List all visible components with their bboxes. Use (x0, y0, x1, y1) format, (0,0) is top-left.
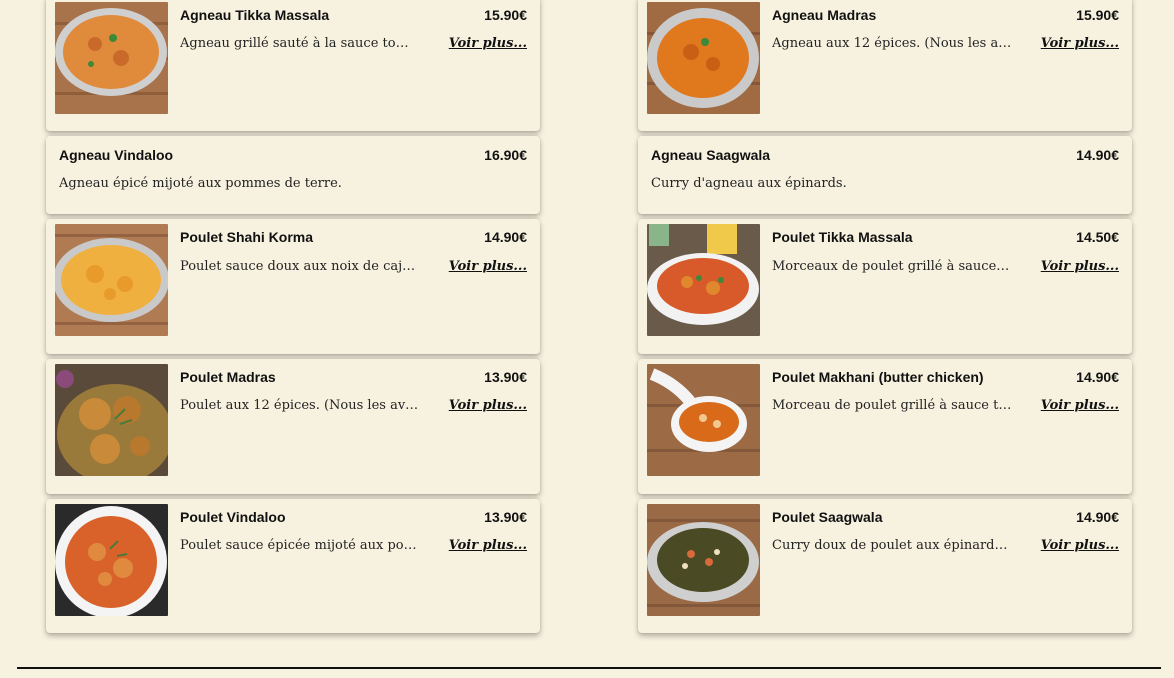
dish-image (647, 224, 760, 336)
dish-image (55, 2, 168, 114)
dish-description: Curry d'agneau aux épinards. (651, 176, 847, 191)
dish-price: 14.90€ (1076, 147, 1119, 163)
menu-card[interactable]: Poulet Madras 13.90€ Poulet aux 12 épice… (46, 359, 540, 494)
dish-description: Poulet sauce épicée mijoté aux pomm... (180, 538, 420, 553)
dish-price: 15.90€ (484, 7, 527, 23)
menu-card[interactable]: Agneau Vindaloo 16.90€ Agneau épicé mijo… (46, 136, 540, 214)
menu-card[interactable]: Poulet Saagwala 14.90€ Curry doux de pou… (638, 499, 1132, 633)
menu-card[interactable]: Poulet Shahi Korma 14.90€ Poulet sauce d… (46, 219, 540, 354)
menu-card[interactable]: Poulet Tikka Massala 14.50€ Morceaux de … (638, 219, 1132, 354)
footer-divider (17, 667, 1161, 669)
dish-description: Poulet sauce doux aux noix de cajou, ... (180, 259, 420, 274)
dish-image (647, 364, 760, 476)
dish-price: 14.90€ (1076, 369, 1119, 385)
dish-price: 16.90€ (484, 147, 527, 163)
dish-name: Agneau Tikka Massala (180, 7, 330, 23)
see-more-link[interactable]: Voir plus... (1041, 398, 1119, 413)
dish-price: 15.90€ (1076, 7, 1119, 23)
dish-name: Agneau Vindaloo (59, 147, 174, 163)
dish-description: Agneau épicé mijoté aux pommes de terre. (59, 176, 342, 191)
dish-name: Poulet Makhani (butter chicken) (772, 369, 984, 385)
dish-name: Poulet Saagwala (772, 509, 883, 525)
dish-name: Poulet Madras (180, 369, 276, 385)
see-more-link[interactable]: Voir plus... (1041, 538, 1119, 553)
dish-price: 14.90€ (1076, 509, 1119, 525)
see-more-link[interactable]: Voir plus... (449, 538, 527, 553)
see-more-link[interactable]: Voir plus... (449, 259, 527, 274)
menu-card[interactable]: Poulet Vindaloo 13.90€ Poulet sauce épic… (46, 499, 540, 633)
dish-description: Agneau grillé sauté à la sauce tomate,..… (180, 36, 420, 51)
menu-card[interactable]: Poulet Makhani (butter chicken) 14.90€ M… (638, 359, 1132, 494)
dish-price: 14.90€ (484, 229, 527, 245)
see-more-link[interactable]: Voir plus... (1041, 259, 1119, 274)
dish-price: 14.50€ (1076, 229, 1119, 245)
dish-price: 13.90€ (484, 509, 527, 525)
dish-image (55, 364, 168, 476)
dish-description: Agneau aux 12 épices. (Nous les avons... (772, 36, 1012, 51)
see-more-link[interactable]: Voir plus... (449, 398, 527, 413)
dish-image (55, 504, 168, 616)
dish-name: Poulet Vindaloo (180, 509, 286, 525)
dish-name: Poulet Tikka Massala (772, 229, 913, 245)
dish-name: Poulet Shahi Korma (180, 229, 314, 245)
dish-description: Poulet aux 12 épices. (Nous les avons c.… (180, 398, 420, 413)
see-more-link[interactable]: Voir plus... (1041, 36, 1119, 51)
dish-description: Curry doux de poulet aux épinards h... (772, 538, 1012, 553)
dish-image (647, 504, 760, 616)
dish-description: Morceaux de poulet grillé à sauce tom... (772, 259, 1012, 274)
dish-description: Morceau de poulet grillé à sauce toma... (772, 398, 1012, 413)
dish-image (55, 224, 168, 336)
dish-price: 13.90€ (484, 369, 527, 385)
dish-name: Agneau Saagwala (651, 147, 771, 163)
menu-card[interactable]: Agneau Saagwala 14.90€ Curry d'agneau au… (638, 136, 1132, 214)
menu-card[interactable]: Agneau Madras 15.90€ Agneau aux 12 épice… (638, 0, 1132, 131)
see-more-link[interactable]: Voir plus... (449, 36, 527, 51)
dish-name: Agneau Madras (772, 7, 877, 23)
menu-card[interactable]: Agneau Tikka Massala 15.90€ Agneau grill… (46, 0, 540, 131)
dish-image (647, 2, 760, 114)
